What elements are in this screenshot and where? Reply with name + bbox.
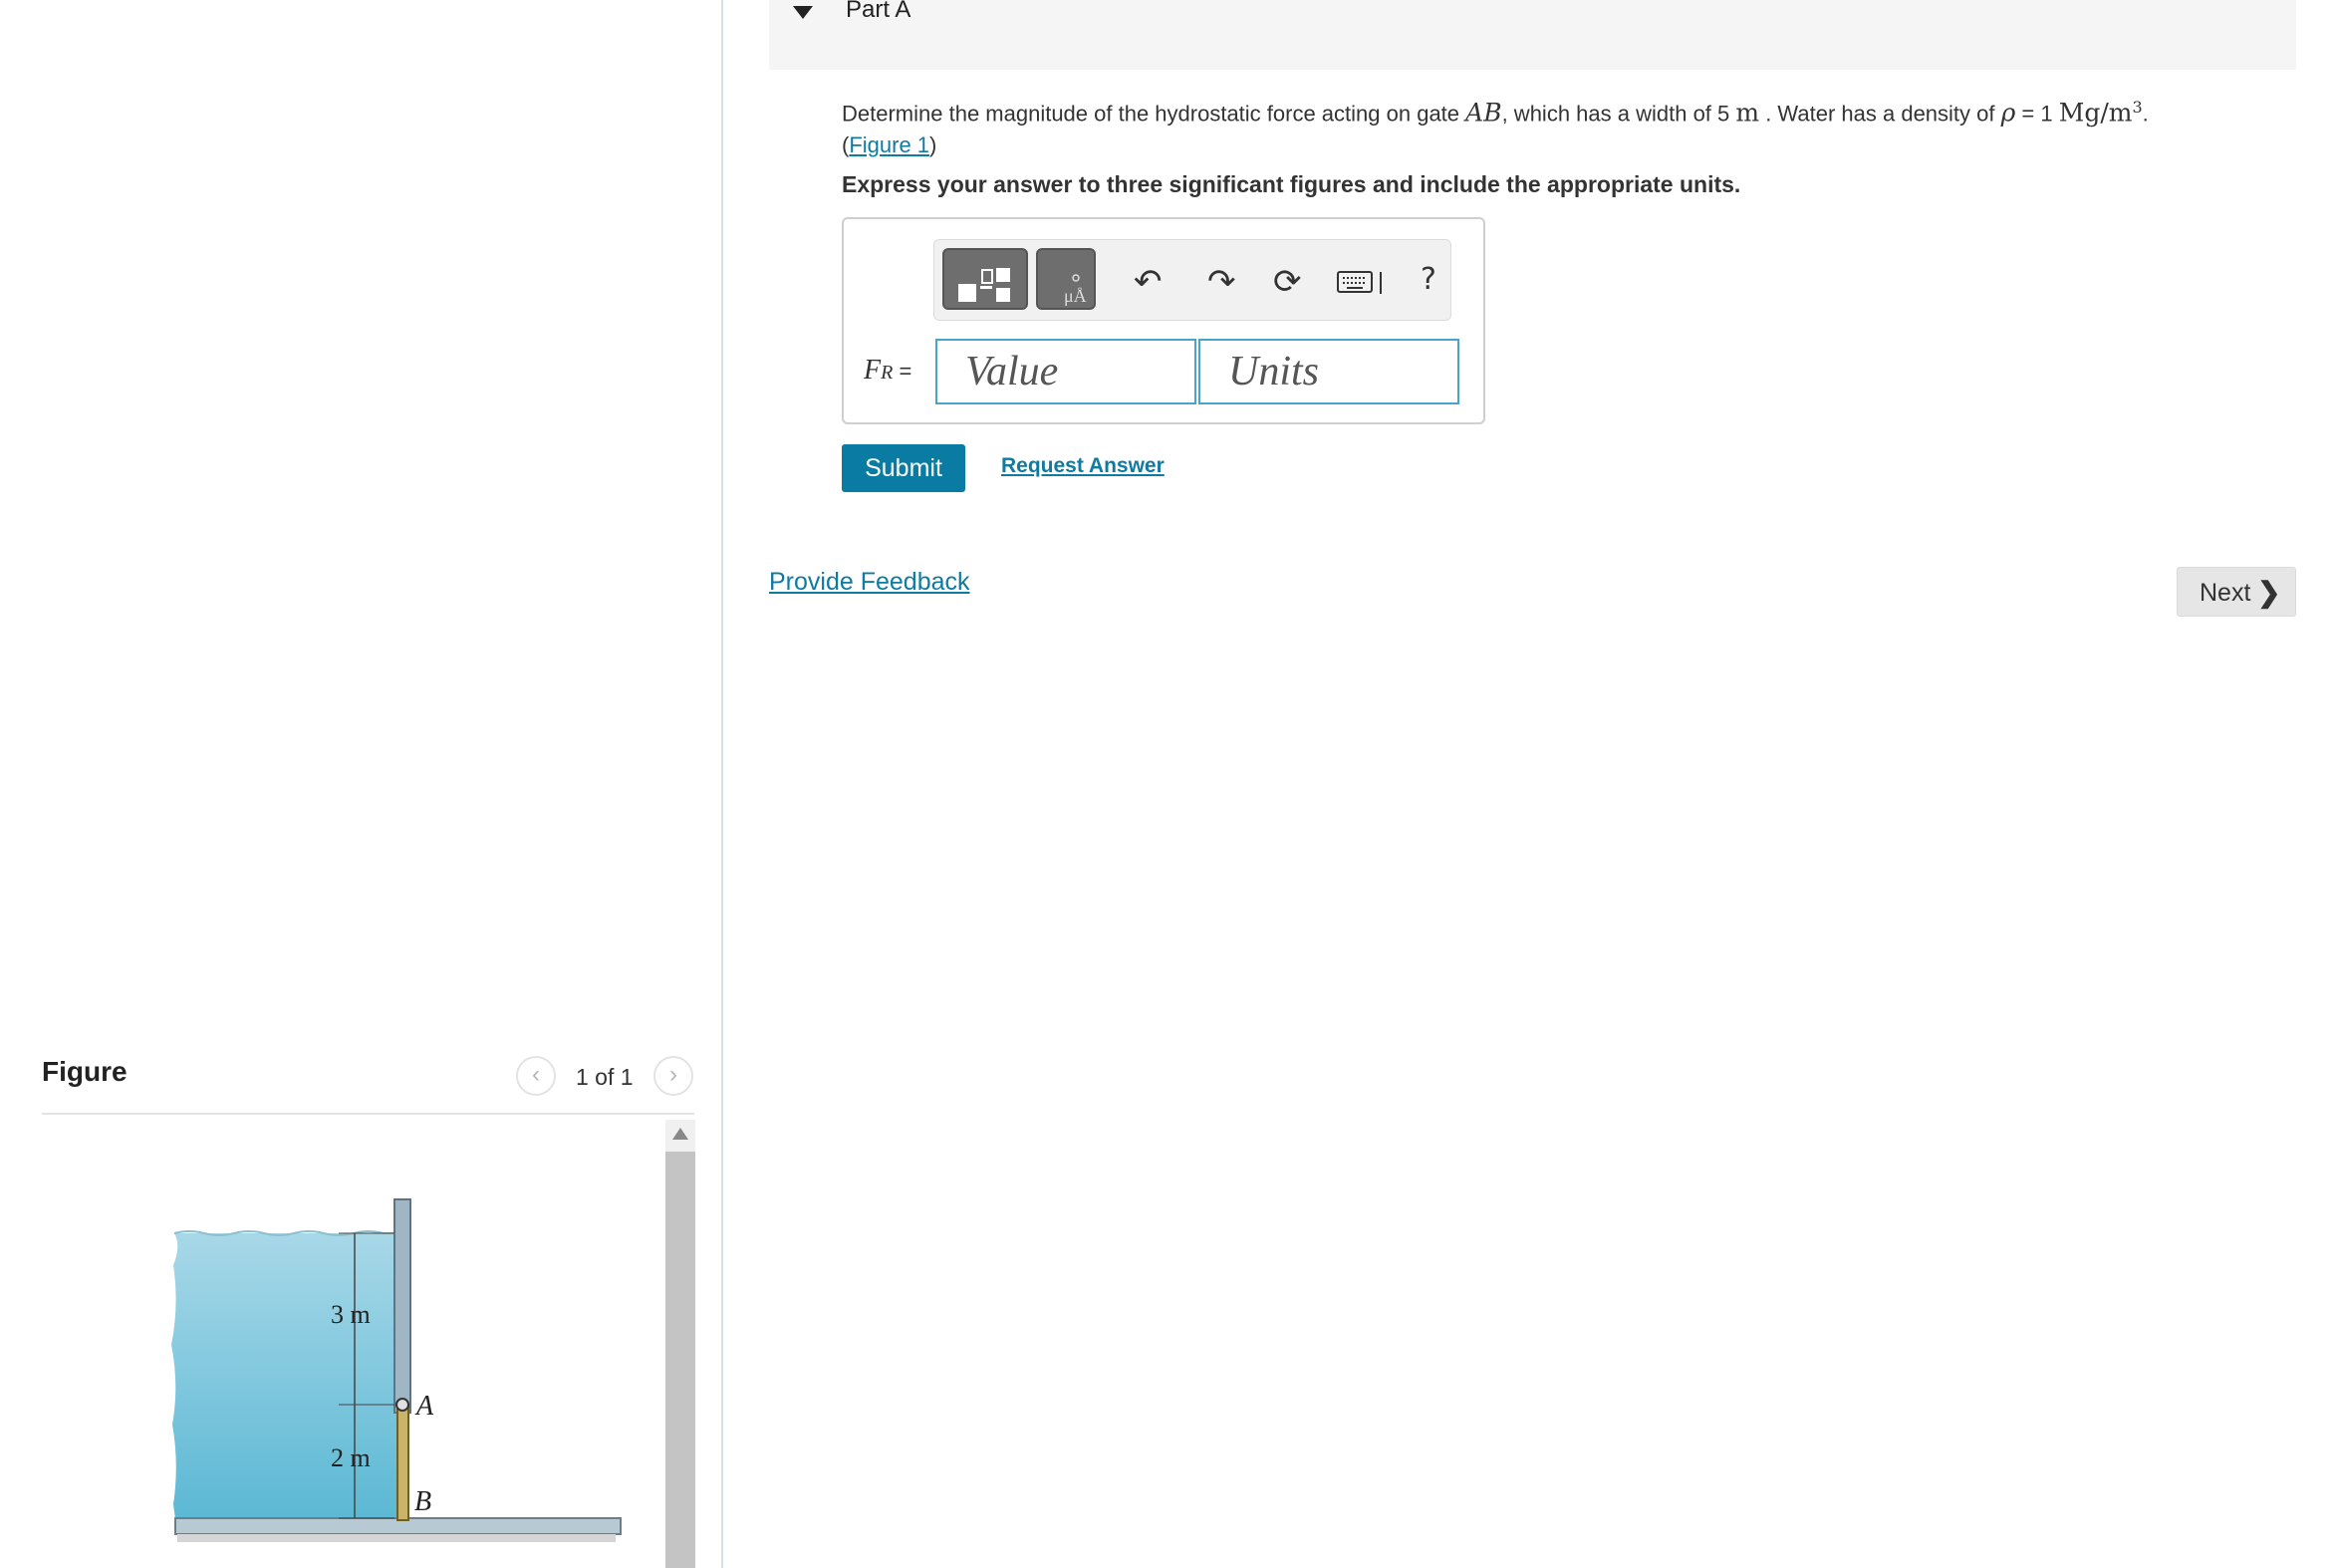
problem-text-5: . (2142, 101, 2149, 127)
wall (393, 1198, 411, 1414)
part-a-header[interactable]: Part A (769, 0, 2296, 70)
units-button[interactable]: μÅ (1036, 248, 1096, 310)
part-title: Part A (846, 0, 911, 23)
units-input[interactable] (1198, 339, 1459, 404)
chevron-left-icon: ‹ (532, 1061, 540, 1088)
panel-divider (721, 0, 723, 1568)
problem-text-1: Determine the magnitude of the hydrostat… (842, 101, 1466, 127)
chevron-right-icon: ❯ (2257, 577, 2281, 608)
instruction-text: Express your answer to three significant… (842, 171, 1741, 197)
dimension-label-top: 3 m (331, 1300, 371, 1329)
point-b-label: B (414, 1486, 431, 1517)
redo-icon[interactable]: ↷ (1207, 262, 1236, 302)
scroll-up-arrow-icon[interactable] (672, 1128, 688, 1140)
point-a-label: A (414, 1391, 434, 1422)
problem-statement: Determine the magnitude of the hydrostat… (842, 92, 2256, 161)
next-figure-button[interactable]: › (653, 1056, 693, 1096)
value-input[interactable] (935, 339, 1196, 404)
density-exponent: 3 (2132, 98, 2143, 117)
answer-box: μÅ ↶ ↷ ⟳ ? FR = (842, 217, 1485, 424)
collapse-caret-icon[interactable] (793, 6, 813, 19)
figure-scrollbar[interactable] (665, 1120, 695, 1568)
dimension-label-bottom: 2 m (331, 1443, 371, 1472)
problem-text-3: . Water has a density of (1759, 101, 2001, 127)
rho-symbol: ρ (2000, 98, 2016, 128)
math-toolbar: μÅ ↶ ↷ ⟳ ? (933, 239, 1451, 321)
keyboard-icon[interactable] (1337, 266, 1387, 307)
ground-shadow (177, 1534, 616, 1542)
provide-feedback-link[interactable]: Provide Feedback (769, 568, 970, 597)
scroll-thumb[interactable] (665, 1152, 695, 1568)
problem-text-4: = 1 (2015, 101, 2059, 127)
next-button[interactable]: Next ❯ (2177, 567, 2296, 617)
answer-label-sub: R (881, 362, 894, 384)
figure-pager-text: 1 of 1 (576, 1064, 634, 1090)
templates-button[interactable] (942, 248, 1028, 310)
answer-label-eq: = (893, 359, 912, 384)
undo-icon[interactable]: ↶ (1134, 262, 1163, 302)
answer-label-main: F (864, 355, 882, 386)
svg-text:μÅ: μÅ (1064, 286, 1087, 306)
water-body (171, 1233, 404, 1519)
problem-text-2: , which has a width of 5 (1501, 101, 1736, 127)
reset-icon[interactable]: ⟳ (1273, 262, 1302, 302)
templates-icon (958, 268, 1010, 302)
units-icon: μÅ (1064, 274, 1087, 306)
next-label: Next (2200, 579, 2251, 607)
gate-name: AB (1465, 98, 1502, 128)
help-icon[interactable]: ? (1421, 262, 1436, 297)
width-unit: m (1735, 98, 1760, 128)
request-answer-link[interactable]: Request Answer (1001, 454, 1165, 478)
previous-figure-button[interactable]: ‹ (516, 1056, 556, 1096)
submit-button[interactable]: Submit (842, 444, 965, 492)
figure-divider (42, 1113, 694, 1115)
hinge-a (395, 1398, 409, 1412)
gate-figure: 3 m 2 m A B (171, 1198, 622, 1542)
figure-title: Figure (42, 1056, 128, 1087)
figure-close-paren: ) (929, 132, 937, 158)
chevron-right-icon: › (669, 1061, 677, 1088)
answer-label: FR = (864, 355, 911, 387)
figure-1-link[interactable]: Figure 1 (849, 132, 929, 157)
gate-ab (396, 1404, 409, 1521)
density-unit: Mg/m (2058, 98, 2133, 128)
